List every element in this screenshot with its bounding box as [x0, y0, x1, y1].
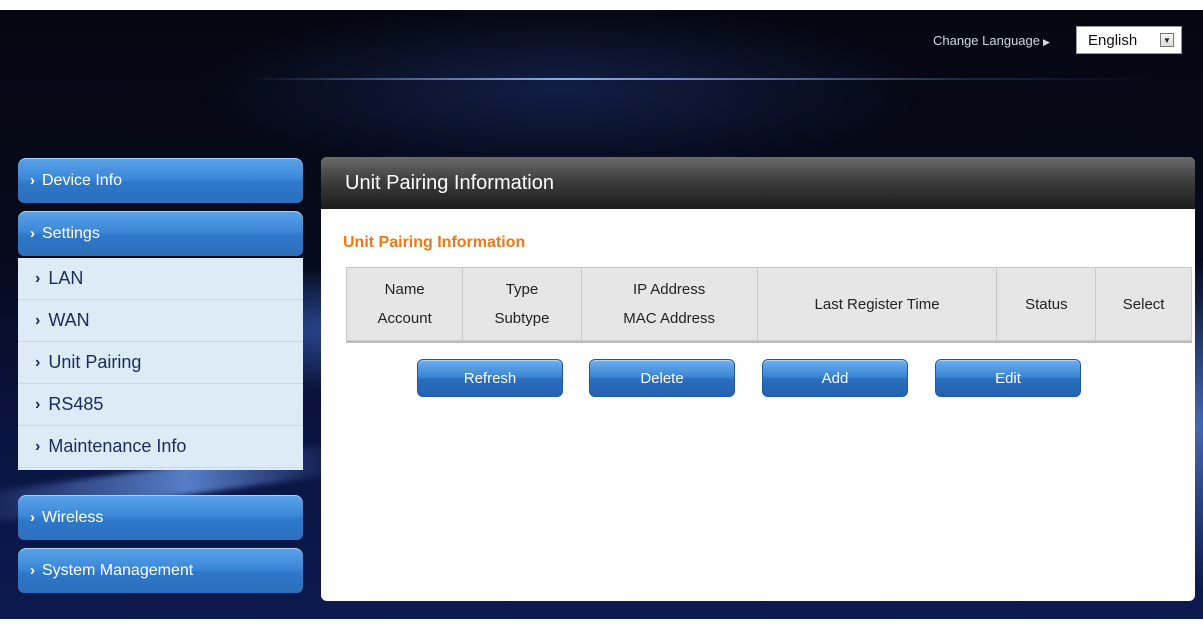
sidebar-item-lan[interactable]: › LAN [18, 258, 303, 300]
refresh-button[interactable]: Refresh [417, 359, 563, 397]
column-header-last-register-time: Last Register Time [756, 267, 998, 341]
chevron-right-icon: › [35, 437, 41, 455]
sidebar-item-label: WAN [48, 310, 90, 330]
main-panel: Unit Pairing Information Unit Pairing In… [321, 157, 1195, 601]
bottom-strip [0, 619, 1203, 629]
settings-submenu: › LAN › WAN › Unit Pairing › RS485 › Mai… [18, 258, 303, 470]
sidebar-item-wireless[interactable]: › Wireless [18, 495, 303, 540]
sidebar-item-unit-pairing[interactable]: › Unit Pairing [18, 342, 303, 384]
column-header-line: Account [377, 310, 432, 327]
delete-button[interactable]: Delete [589, 359, 735, 397]
sidebar-item-rs485[interactable]: › RS485 [18, 384, 303, 426]
page-title: Unit Pairing Information [321, 157, 1195, 209]
change-language-label: Change Language ▶ [933, 33, 1050, 48]
sidebar-item-label: LAN [48, 268, 84, 288]
add-button[interactable]: Add [762, 359, 908, 397]
column-header-line: Subtype [494, 310, 550, 327]
chevron-right-icon: › [30, 225, 35, 242]
section-title: Unit Pairing Information [343, 234, 526, 251]
chevron-right-icon: › [30, 562, 35, 579]
sidebar-item-wan[interactable]: › WAN [18, 300, 303, 342]
language-select-value: English [1088, 31, 1138, 49]
column-header-status: Status [996, 267, 1097, 341]
change-language-text: Change Language [933, 33, 1040, 48]
top-strip [0, 0, 1203, 10]
column-header-ip-mac: IP Address MAC Address [580, 267, 758, 341]
column-header-line: IP Address [633, 281, 706, 298]
chevron-down-icon[interactable]: ▼ [1160, 33, 1174, 47]
sidebar-item-device-info[interactable]: › Device Info [18, 158, 303, 203]
sidebar-item-label: RS485 [48, 394, 104, 414]
sidebar-item-label: Settings [42, 224, 100, 242]
chevron-right-icon: › [35, 395, 41, 413]
sidebar-item-system-management[interactable]: › System Management [18, 548, 303, 593]
chevron-right-icon: › [35, 311, 41, 329]
chevron-right-icon: › [30, 509, 35, 526]
chevron-right-icon: › [30, 172, 35, 189]
chevron-right-icon: › [35, 353, 41, 371]
sidebar-item-label: System Management [42, 561, 194, 579]
decorative-glow-line [250, 78, 1150, 80]
table-divider [346, 341, 1192, 343]
column-header-line: Type [505, 281, 539, 298]
sidebar-item-label: Unit Pairing [48, 352, 142, 372]
sidebar-item-label: Wireless [42, 508, 104, 526]
sidebar-item-label: Device Info [42, 171, 123, 189]
page-background: Change Language ▶ English ▼ › Device Info… [0, 0, 1203, 629]
sidebar-item-label: Maintenance Info [48, 436, 187, 456]
column-header-type-subtype: Type Subtype [462, 267, 582, 341]
triangle-right-icon: ▶ [1043, 37, 1050, 47]
sidebar-item-settings[interactable]: › Settings [18, 211, 303, 256]
column-header-select: Select [1095, 267, 1192, 341]
edit-button[interactable]: Edit [935, 359, 1081, 397]
table-header-row: Name Account Type Subtype IP Address MAC… [345, 267, 1192, 341]
column-header-name-account: Name Account [345, 267, 464, 341]
language-select[interactable]: English ▼ [1076, 26, 1182, 54]
chevron-right-icon: › [35, 269, 41, 287]
column-header-line: MAC Address [623, 310, 715, 327]
sidebar-item-maintenance-info[interactable]: › Maintenance Info [18, 426, 303, 468]
unit-pairing-table: Name Account Type Subtype IP Address MAC… [345, 267, 1192, 341]
column-header-line: Name [384, 281, 425, 298]
